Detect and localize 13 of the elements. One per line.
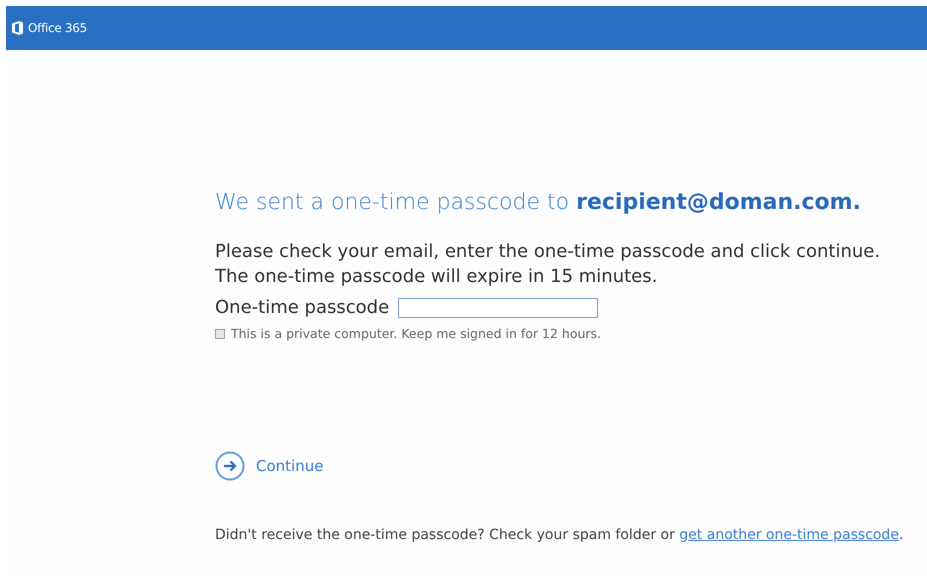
office-logo-icon xyxy=(12,21,23,35)
field-label: One-time passcode xyxy=(215,297,390,318)
resend-link[interactable]: get another one-time passcode xyxy=(679,527,899,543)
heading: We sent a one-time passcode to recipient@doman.com. xyxy=(215,190,862,215)
arrow-circle-icon xyxy=(215,451,245,481)
continue-button[interactable]: Continue xyxy=(215,451,324,481)
instruction-text: The one-time passcode will expire in 15 minutes. xyxy=(215,265,658,289)
help-text: Didn't receive the one-time passcode? Check your spam folder or get another one-time passcode. xyxy=(215,526,904,545)
instruction-text: Please check your email, enter the one-time passcode and click continue. xyxy=(215,240,882,264)
checkbox[interactable] xyxy=(215,328,225,338)
checkbox-label: This is a private computer. Keep me signed in for 12 hours. xyxy=(231,326,602,341)
brand-name: Office 365 xyxy=(28,21,87,35)
passcode-field[interactable] xyxy=(398,298,598,318)
